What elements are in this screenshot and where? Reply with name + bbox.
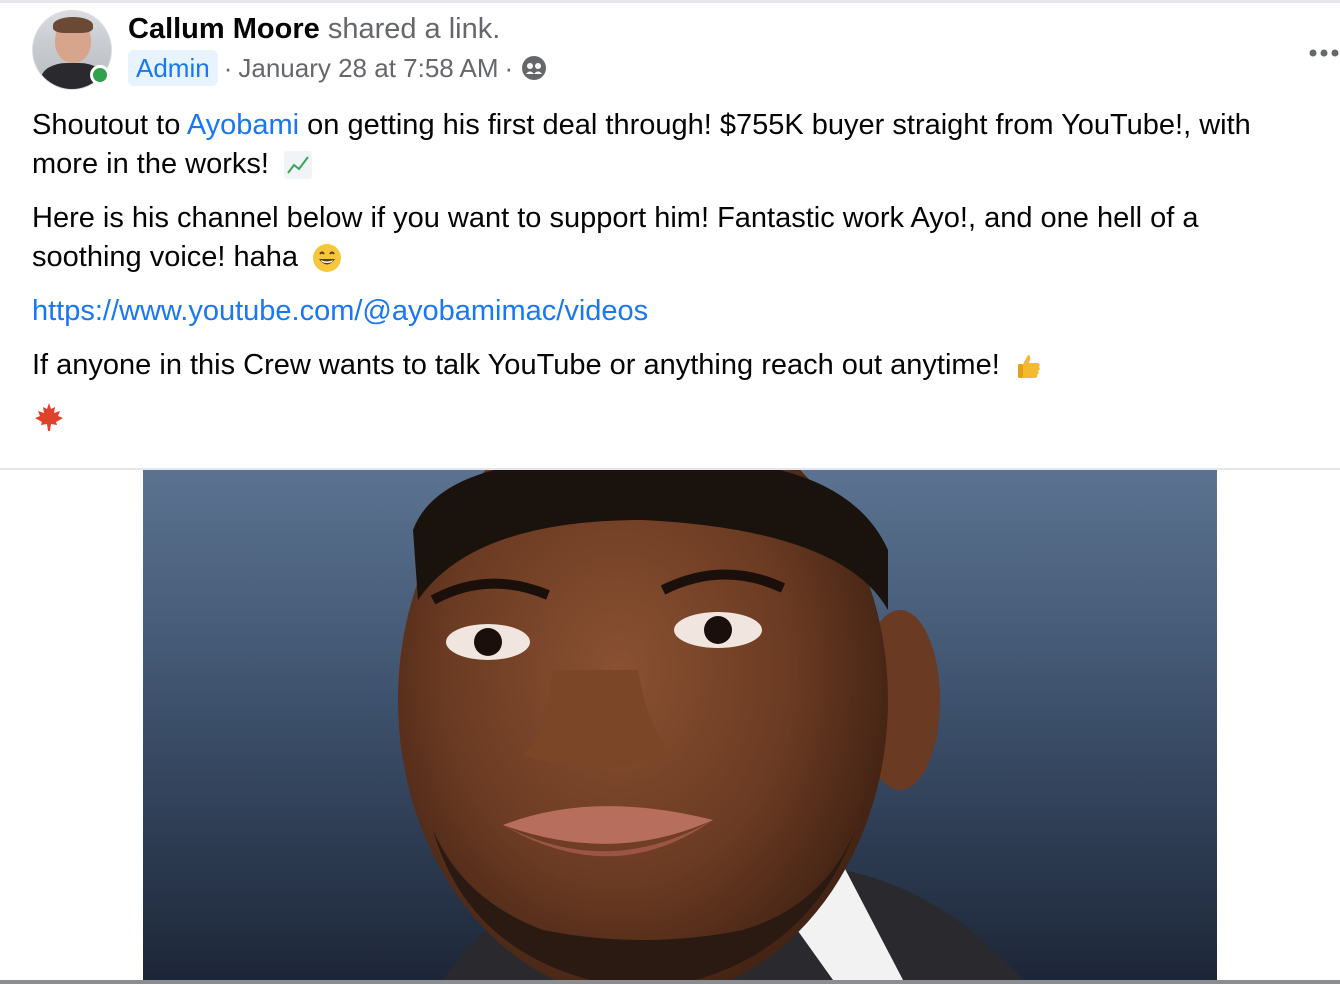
post-timestamp[interactable]: January 28 at 7:58 AM [238, 53, 498, 84]
portrait-photo [398, 470, 1023, 980]
admin-badge[interactable]: Admin [128, 50, 218, 86]
paragraph-3-text: If anyone in this Crew wants to talk You… [32, 349, 1008, 381]
meta-separator: · [223, 52, 233, 83]
post-link-paragraph: https://www.youtube.com/@ayobamimac/vide… [32, 292, 1308, 331]
youtube-channel-link[interactable]: https://www.youtube.com/@ayobamimac/vide… [32, 295, 648, 327]
more-options-icon [1309, 49, 1339, 57]
online-status-dot [90, 65, 110, 85]
post-meta: Admin · January 28 at 7:58 AM · [128, 50, 547, 86]
post-paragraph-1: Shoutout to Ayobami on getting his first… [32, 106, 1308, 184]
bottom-border [0, 980, 1340, 984]
post-paragraph-2: Here is his channel below if you want to… [32, 199, 1308, 277]
post-action-text: shared a link. [328, 13, 501, 45]
top-border [0, 0, 1340, 3]
post-body: Shoutout to Ayobami on getting his first… [32, 106, 1308, 434]
group-audience-icon[interactable] [521, 55, 547, 81]
link-preview-image[interactable] [143, 470, 1217, 980]
mention-link[interactable]: Ayobami [187, 109, 299, 141]
more-options-button[interactable] [1306, 40, 1340, 66]
paragraph-1-prefix: Shoutout to [32, 109, 187, 141]
action-label: shared a link. [327, 13, 501, 45]
paragraph-2-text: Here is his channel below if you want to… [32, 202, 1199, 273]
grinning-face-emoji [313, 244, 342, 273]
meta-separator-2: · [504, 52, 514, 83]
author-name[interactable]: Callum Moore [128, 13, 320, 45]
post-header: Callum Moore shared a link. Admin · Janu… [32, 10, 1339, 90]
post-title-line: Callum Moore shared a link. [128, 12, 500, 46]
maple-leaf-emoji [35, 403, 63, 431]
thumbs-up-emoji [1017, 355, 1040, 379]
post-paragraph-3: If anyone in this Crew wants to talk You… [32, 346, 1308, 385]
chart-increasing-emoji [283, 151, 312, 180]
